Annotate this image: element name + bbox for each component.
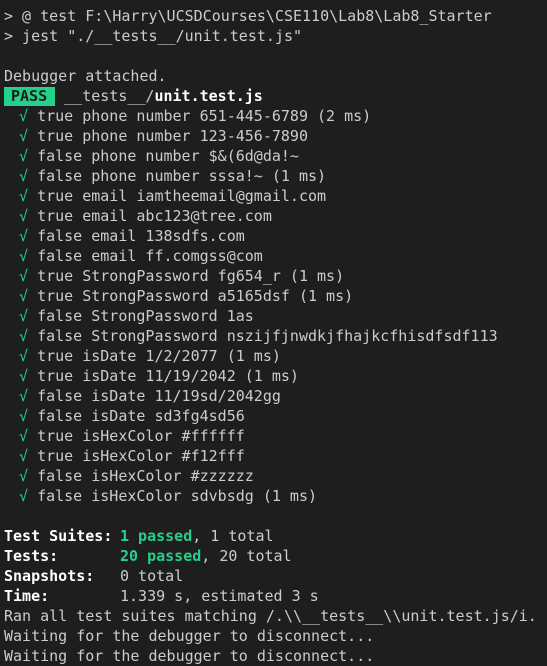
test-result-row: √ false isDate sd3fg4sd56 bbox=[0, 406, 547, 426]
debugger-attached-message: Debugger attached. bbox=[4, 67, 167, 85]
summary-tests-total: , 20 total bbox=[201, 547, 292, 565]
check-icon: √ bbox=[19, 467, 29, 485]
test-result-row: √ false email 138sdfs.com bbox=[0, 226, 547, 246]
check-icon: √ bbox=[19, 367, 29, 385]
test-result-text: true isHexColor #f12fff bbox=[37, 447, 245, 465]
check-icon: √ bbox=[19, 387, 29, 405]
test-result-text: true isHexColor #ffffff bbox=[37, 427, 245, 445]
ran-all-message: Ran all test suites matching /.\\__tests… bbox=[4, 607, 537, 625]
summary-snapshots: Snapshots: 0 total bbox=[0, 566, 547, 586]
check-icon: √ bbox=[19, 327, 29, 345]
summary-time: Time: 1.339 s, estimated 3 s bbox=[0, 586, 547, 606]
test-result-row: √ false phone number sssa!~ (1 ms) bbox=[0, 166, 547, 186]
waiting-message: Waiting for the debugger to disconnect..… bbox=[4, 647, 375, 665]
test-result-row: √ true phone number 123-456-7890 bbox=[0, 126, 547, 146]
test-result-row: √ true email iamtheemail@gmail.com bbox=[0, 186, 547, 206]
check-icon: √ bbox=[19, 347, 29, 365]
test-result-text: true StrongPassword a5165dsf (1 ms) bbox=[37, 287, 354, 305]
summary-suites: Test Suites: 1 passed, 1 total bbox=[0, 526, 547, 546]
test-file-dir: __tests__/ bbox=[64, 87, 155, 105]
test-file-name: unit.test.js bbox=[154, 87, 263, 105]
summary-suites-total: , 1 total bbox=[192, 527, 274, 545]
test-result-row: √ false isHexColor #zzzzzz bbox=[0, 466, 547, 486]
test-result-text: false phone number $&(6d@da!~ bbox=[37, 147, 299, 165]
test-result-text: true phone number 123-456-7890 bbox=[37, 127, 308, 145]
test-result-text: false phone number sssa!~ (1 ms) bbox=[37, 167, 327, 185]
test-result-text: false isHexColor #zzzzzz bbox=[37, 467, 254, 485]
test-result-row: √ true StrongPassword a5165dsf (1 ms) bbox=[0, 286, 547, 306]
prompt-line-command: > jest "./__tests__/unit.test.js" bbox=[4, 27, 303, 45]
test-result-text: false StrongPassword 1as bbox=[37, 307, 254, 325]
test-result-text: true isDate 11/19/2042 (1 ms) bbox=[37, 367, 299, 385]
summary-suites-passed: 1 passed bbox=[120, 527, 193, 545]
check-icon: √ bbox=[19, 207, 29, 225]
summary-tests-passed: 20 passed bbox=[120, 547, 202, 565]
test-result-text: false email ff.comgss@com bbox=[37, 247, 263, 265]
test-result-text: true StrongPassword fg654_r (1 ms) bbox=[37, 267, 345, 285]
check-icon: √ bbox=[19, 187, 29, 205]
test-result-row: √ true isHexColor #f12fff bbox=[0, 446, 547, 466]
test-result-row: √ true isHexColor #ffffff bbox=[0, 426, 547, 446]
check-icon: √ bbox=[19, 247, 29, 265]
test-result-text: true isDate 1/2/2077 (1 ms) bbox=[37, 347, 281, 365]
test-result-row: √ false email ff.comgss@com bbox=[0, 246, 547, 266]
test-result-text: true email iamtheemail@gmail.com bbox=[37, 187, 327, 205]
waiting-message: Waiting for the debugger to disconnect..… bbox=[4, 627, 375, 645]
check-icon: √ bbox=[19, 407, 29, 425]
test-result-text: true phone number 651-445-6789 (2 ms) bbox=[37, 107, 372, 125]
check-icon: √ bbox=[19, 427, 29, 445]
summary-tests-label: Tests: bbox=[4, 547, 59, 565]
test-result-text: false isDate sd3fg4sd56 bbox=[37, 407, 245, 425]
prompt-line-script: > @ test F:\Harry\UCSDCourses\CSE110\Lab… bbox=[4, 7, 492, 25]
summary-snapshots-label: Snapshots: bbox=[4, 567, 95, 585]
check-icon: √ bbox=[19, 447, 29, 465]
test-result-row: √ false phone number $&(6d@da!~ bbox=[0, 146, 547, 166]
check-icon: √ bbox=[19, 147, 29, 165]
summary-tests: Tests: 20 passed, 20 total bbox=[0, 546, 547, 566]
test-result-row: √ true isDate 11/19/2042 (1 ms) bbox=[0, 366, 547, 386]
summary-snapshots-value: 0 total bbox=[120, 567, 184, 585]
terminal-panel[interactable]: > @ test F:\Harry\UCSDCourses\CSE110\Lab… bbox=[0, 0, 547, 666]
test-result-row: √ false StrongPassword 1as bbox=[0, 306, 547, 326]
test-result-row: √ false StrongPassword nszijfjnwdkjfhajk… bbox=[0, 326, 547, 346]
test-result-text: false StrongPassword nszijfjnwdkjfhajkcf… bbox=[37, 327, 498, 345]
check-icon: √ bbox=[19, 307, 29, 325]
check-icon: √ bbox=[19, 267, 29, 285]
summary-time-label: Time: bbox=[4, 587, 50, 605]
check-icon: √ bbox=[19, 107, 29, 125]
check-icon: √ bbox=[19, 487, 29, 505]
check-icon: √ bbox=[19, 167, 29, 185]
check-icon: √ bbox=[19, 287, 29, 305]
check-icon: √ bbox=[19, 227, 29, 245]
test-result-text: false isHexColor sdvbsdg (1 ms) bbox=[37, 487, 318, 505]
test-result-row: √ true isDate 1/2/2077 (1 ms) bbox=[0, 346, 547, 366]
pass-badge: PASS bbox=[4, 87, 56, 106]
check-icon: √ bbox=[19, 127, 29, 145]
test-file-result: PASS __tests__/unit.test.js bbox=[0, 86, 547, 106]
test-result-row: √ true phone number 651-445-6789 (2 ms) bbox=[0, 106, 547, 126]
test-result-text: true email abc123@tree.com bbox=[37, 207, 272, 225]
test-result-row: √ false isDate 11/19sd/2042gg bbox=[0, 386, 547, 406]
test-result-text: false email 138sdfs.com bbox=[37, 227, 245, 245]
summary-time-value: 1.339 s, estimated 3 s bbox=[120, 587, 319, 605]
summary-suites-label: Test Suites: bbox=[4, 527, 113, 545]
test-result-row: √ true email abc123@tree.com bbox=[0, 206, 547, 226]
test-result-row: √ true StrongPassword fg654_r (1 ms) bbox=[0, 266, 547, 286]
test-results-list: √ true phone number 651-445-6789 (2 ms) √… bbox=[0, 106, 547, 506]
test-result-row: √ false isHexColor sdvbsdg (1 ms) bbox=[0, 486, 547, 506]
test-result-text: false isDate 11/19sd/2042gg bbox=[37, 387, 281, 405]
